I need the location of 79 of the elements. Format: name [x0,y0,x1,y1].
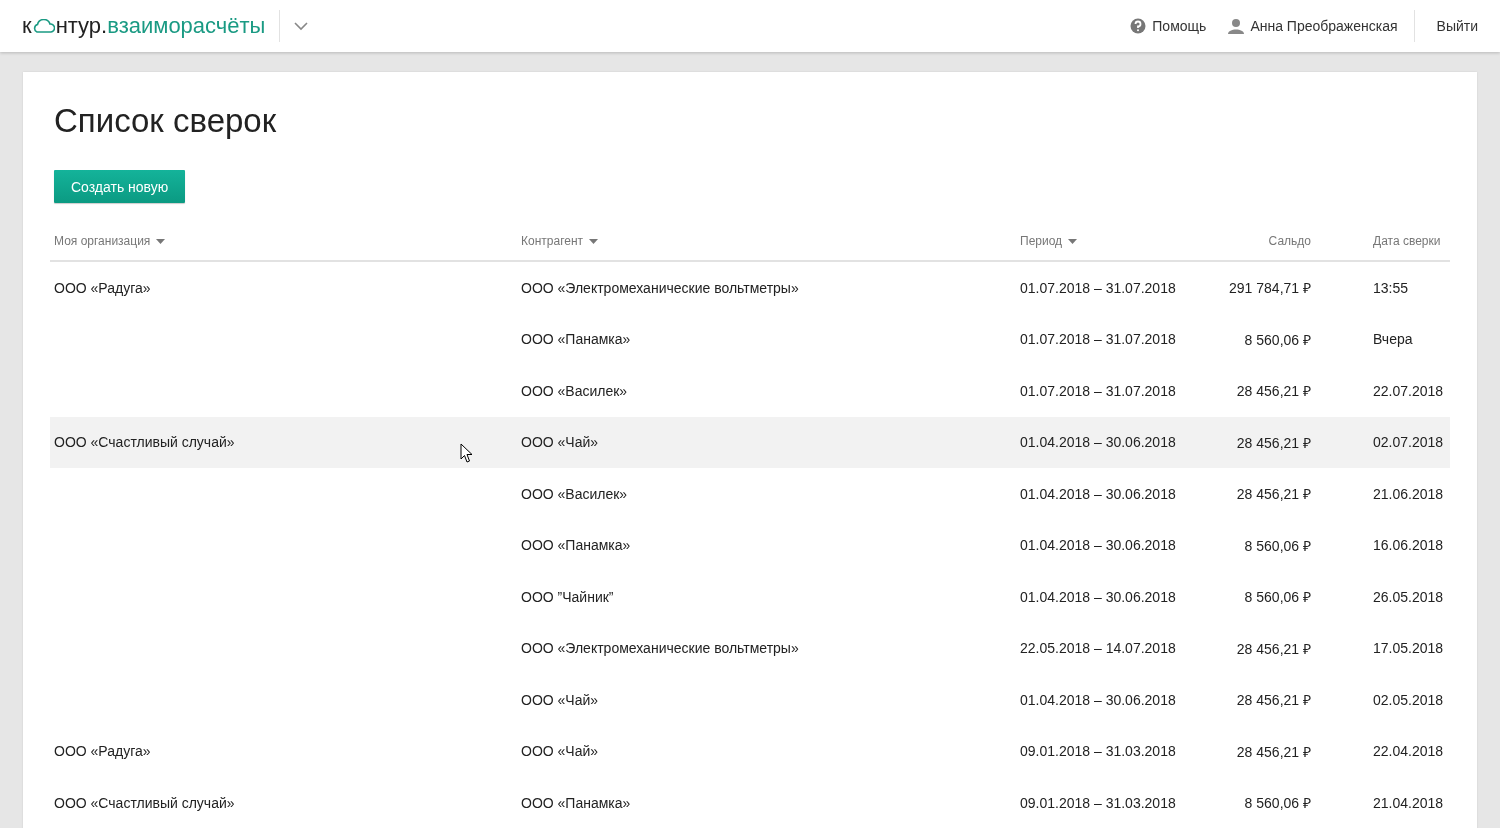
table-cell: 13:55 [1373,279,1409,296]
table-cell: 01.04.2018 – 30.06.2018 [1020,588,1176,605]
table-cell: 28 456,21 ₽ [1236,640,1311,657]
table-cell: 28 456,21 ₽ [1236,434,1311,451]
table-cell: 17.05.2018 [1373,640,1444,657]
table-cell: 22.07.2018 [1373,382,1444,399]
table-cell: 22.05.2018 – 14.07.2018 [1020,640,1176,657]
sort-caret-icon [156,238,166,244]
table-row[interactable]: ООО «Василек» 01.04.2018 – 30.06.2018 28 456,21 ₽ 21.06.2018 [50,468,1450,520]
table-cell: 01.07.2018 – 31.07.2018 [1020,382,1176,399]
logo-text: к [22,15,32,37]
table-cell: ООО «Радуга» [54,743,151,760]
column-header[interactable]: Контрагент [517,234,1016,248]
table-row[interactable]: ООО «Радуга» ООО «Электромеханические вольтметры» 01.07.2018 – 31.07.2018 291 784,71 ₽ 13:55 [50,262,1450,314]
table-cell: ООО «Счастливый случай» [54,434,235,451]
table-cell: 01.07.2018 – 31.07.2018 [1020,331,1176,348]
table-cell: 291 784,71 ₽ [1229,280,1311,297]
column-header[interactable]: Период [1016,234,1206,248]
table-row[interactable]: ООО «Счастливый случай» ООО «Панамка» 09.01.2018 – 31.03.2018 8 560,06 ₽ 21.04.2018 [50,777,1450,828]
table-cell: 22.04.2018 [1373,743,1444,760]
table-row[interactable]: ООО «Чай» 01.04.2018 – 30.06.2018 28 456,21 ₽ 02.05.2018 [50,674,1450,726]
table-cell: 26.05.2018 [1373,588,1444,605]
table-cell: ООО «Счастливый случай» [54,794,235,811]
table-cell: 01.04.2018 – 30.06.2018 [1020,485,1176,502]
cursor-icon [460,442,474,464]
table-cell: ООО ”Чайник” [521,588,614,605]
table-cell: ООО «Электромеханические вольтметры» [521,279,799,296]
product-name: взаиморасчёты [107,15,266,37]
table-cell: 8 560,06 ₽ [1244,795,1311,812]
sort-caret-icon [1068,238,1078,244]
user-icon [1228,18,1245,34]
table-row[interactable]: ООО «Электромеханические вольтметры» 22.05.2018 – 14.07.2018 28 456,21 ₽ 17.05.2018 [50,622,1450,674]
logout-link[interactable]: Выйти [1436,18,1478,34]
table-cell: ООО «Василек» [521,382,628,399]
cloud-icon [32,19,55,33]
table-row[interactable]: ООО «Панамка» 01.04.2018 – 30.06.2018 8 560,06 ₽ 16.06.2018 [50,519,1450,571]
table-cell: ООО «Электромеханические вольтметры» [521,640,799,657]
help-link[interactable]: Помощь [1130,18,1207,34]
table-cell: 01.04.2018 – 30.06.2018 [1020,537,1176,554]
table-cell: 01.04.2018 – 30.06.2018 [1020,434,1176,451]
table-row[interactable]: ООО «Счастливый случай» ООО «Чай» 01.04.2018 – 30.06.2018 28 456,21 ₽ 02.07.2018 [50,416,1450,468]
table-row[interactable]: ООО ”Чайник” 01.04.2018 – 30.06.2018 8 560,06 ₽ 26.05.2018 [50,571,1450,623]
column-header[interactable]: Моя организация [50,234,517,248]
table-cell: 28 456,21 ₽ [1236,743,1311,760]
table-cell: ООО «Чай» [521,691,599,708]
table-cell: 21.06.2018 [1373,485,1444,502]
table-cell: ООО «Радуга» [54,279,151,296]
table-cell: ООО «Чай» [521,434,599,451]
table-cell: 8 560,06 ₽ [1244,589,1311,606]
logo-text: нтур. [55,15,108,37]
chevron-down-icon[interactable] [294,21,309,31]
table-row[interactable]: ООО «Василек» 01.07.2018 – 31.07.2018 28 456,21 ₽ 22.07.2018 [50,365,1450,417]
table-cell: 09.01.2018 – 31.03.2018 [1020,794,1176,811]
sort-caret-icon [589,238,599,244]
table-cell: 02.07.2018 [1373,434,1444,451]
table-row[interactable]: ООО «Радуга» ООО «Чай» 09.01.2018 – 31.03.2018 28 456,21 ₽ 22.04.2018 [50,725,1450,777]
help-icon [1130,18,1147,34]
table-cell: ООО «Панамка» [521,794,631,811]
table-row[interactable]: ООО «Панамка» 01.07.2018 – 31.07.2018 8 560,06 ₽ Вчера [50,313,1450,365]
table-cell: ООО «Панамка» [521,331,631,348]
table-cell: 21.04.2018 [1373,794,1444,811]
table-cell: 02.05.2018 [1373,691,1444,708]
table-cell: Вчера [1373,331,1413,348]
table-cell: ООО «Панамка» [521,537,631,554]
column-header[interactable]: Сальдо [1206,234,1315,248]
column-header[interactable]: Дата сверки [1315,234,1449,248]
table-cell: 09.01.2018 – 31.03.2018 [1020,743,1176,760]
table-cell: 28 456,21 ₽ [1236,383,1311,400]
table-cell: 28 456,21 ₽ [1236,486,1311,503]
table-cell: 16.06.2018 [1373,537,1444,554]
table-cell: 8 560,06 ₽ [1244,537,1311,554]
table-cell: ООО «Василек» [521,485,628,502]
table-cell: 8 560,06 ₽ [1244,331,1311,348]
table-cell: 01.04.2018 – 30.06.2018 [1020,691,1176,708]
table-cell: ООО «Чай» [521,743,599,760]
user-link[interactable]: Анна Преображенская [1228,18,1398,34]
page-title: Список сверок [54,102,278,140]
table-cell: 28 456,21 ₽ [1236,692,1311,709]
table-cell: 01.07.2018 – 31.07.2018 [1020,279,1176,296]
